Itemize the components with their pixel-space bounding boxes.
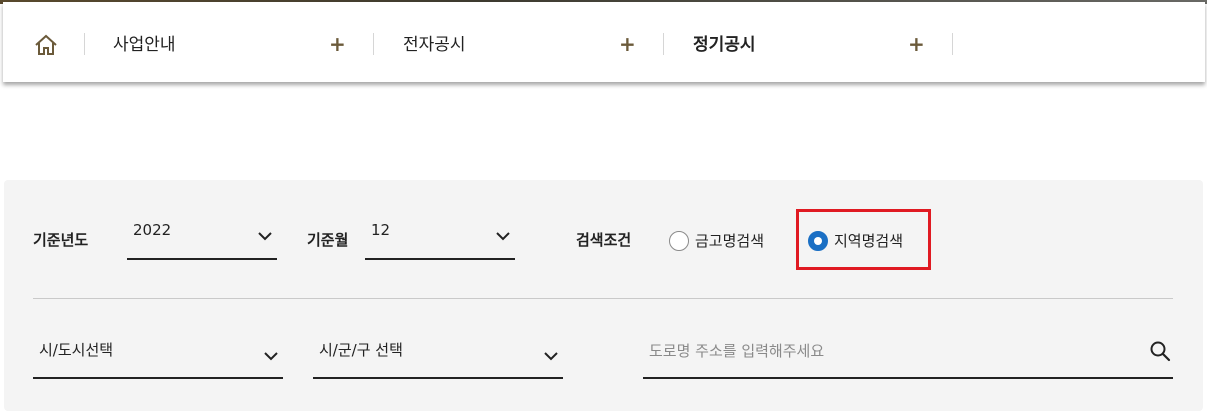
address-search [643, 330, 1173, 379]
nav-separator [952, 33, 953, 55]
nav-expand-electronic-disclosure[interactable]: + [619, 30, 636, 58]
highlight-box [796, 209, 931, 270]
nav-item-business[interactable]: 사업안내 [113, 33, 176, 57]
condition-label: 검색조건 [576, 231, 632, 249]
home-icon[interactable] [33, 32, 59, 58]
nav-separator [84, 33, 85, 55]
chevron-down-icon [495, 226, 511, 241]
address-search-input[interactable] [649, 338, 1129, 364]
year-select[interactable]: 2022 [127, 214, 277, 260]
nav-item-regular-disclosure[interactable]: 정기공시 [693, 33, 756, 57]
district-select-value: 시/군/구 선택 [319, 341, 403, 359]
year-value: 2022 [133, 221, 172, 239]
nav-separator [663, 33, 664, 55]
year-label: 기준년도 [33, 231, 89, 249]
chevron-down-icon [543, 346, 559, 361]
panel-divider [33, 298, 1173, 299]
month-value: 12 [371, 221, 391, 239]
nav-expand-regular-disclosure[interactable]: + [908, 30, 925, 58]
month-label: 기준월 [307, 231, 349, 249]
radio-label: 금고명검색 [695, 232, 765, 250]
chevron-down-icon [263, 346, 279, 361]
nav-separator [373, 33, 374, 55]
radio-button[interactable] [669, 231, 689, 251]
city-select[interactable]: 시/도시선택 [33, 330, 283, 379]
nav-expand-business[interactable]: + [329, 30, 346, 58]
radio-bank-name-search[interactable]: 금고명검색 [669, 231, 764, 251]
nav-item-electronic-disclosure[interactable]: 전자공시 [403, 33, 466, 57]
city-select-value: 시/도시선택 [39, 341, 114, 359]
district-select[interactable]: 시/군/구 선택 [313, 330, 563, 379]
search-icon[interactable] [1149, 340, 1171, 362]
month-select[interactable]: 12 [365, 214, 515, 260]
chevron-down-icon [257, 226, 273, 241]
top-navigation: 사업안내 + 전자공시 + 정기공시 + [3, 2, 1205, 82]
